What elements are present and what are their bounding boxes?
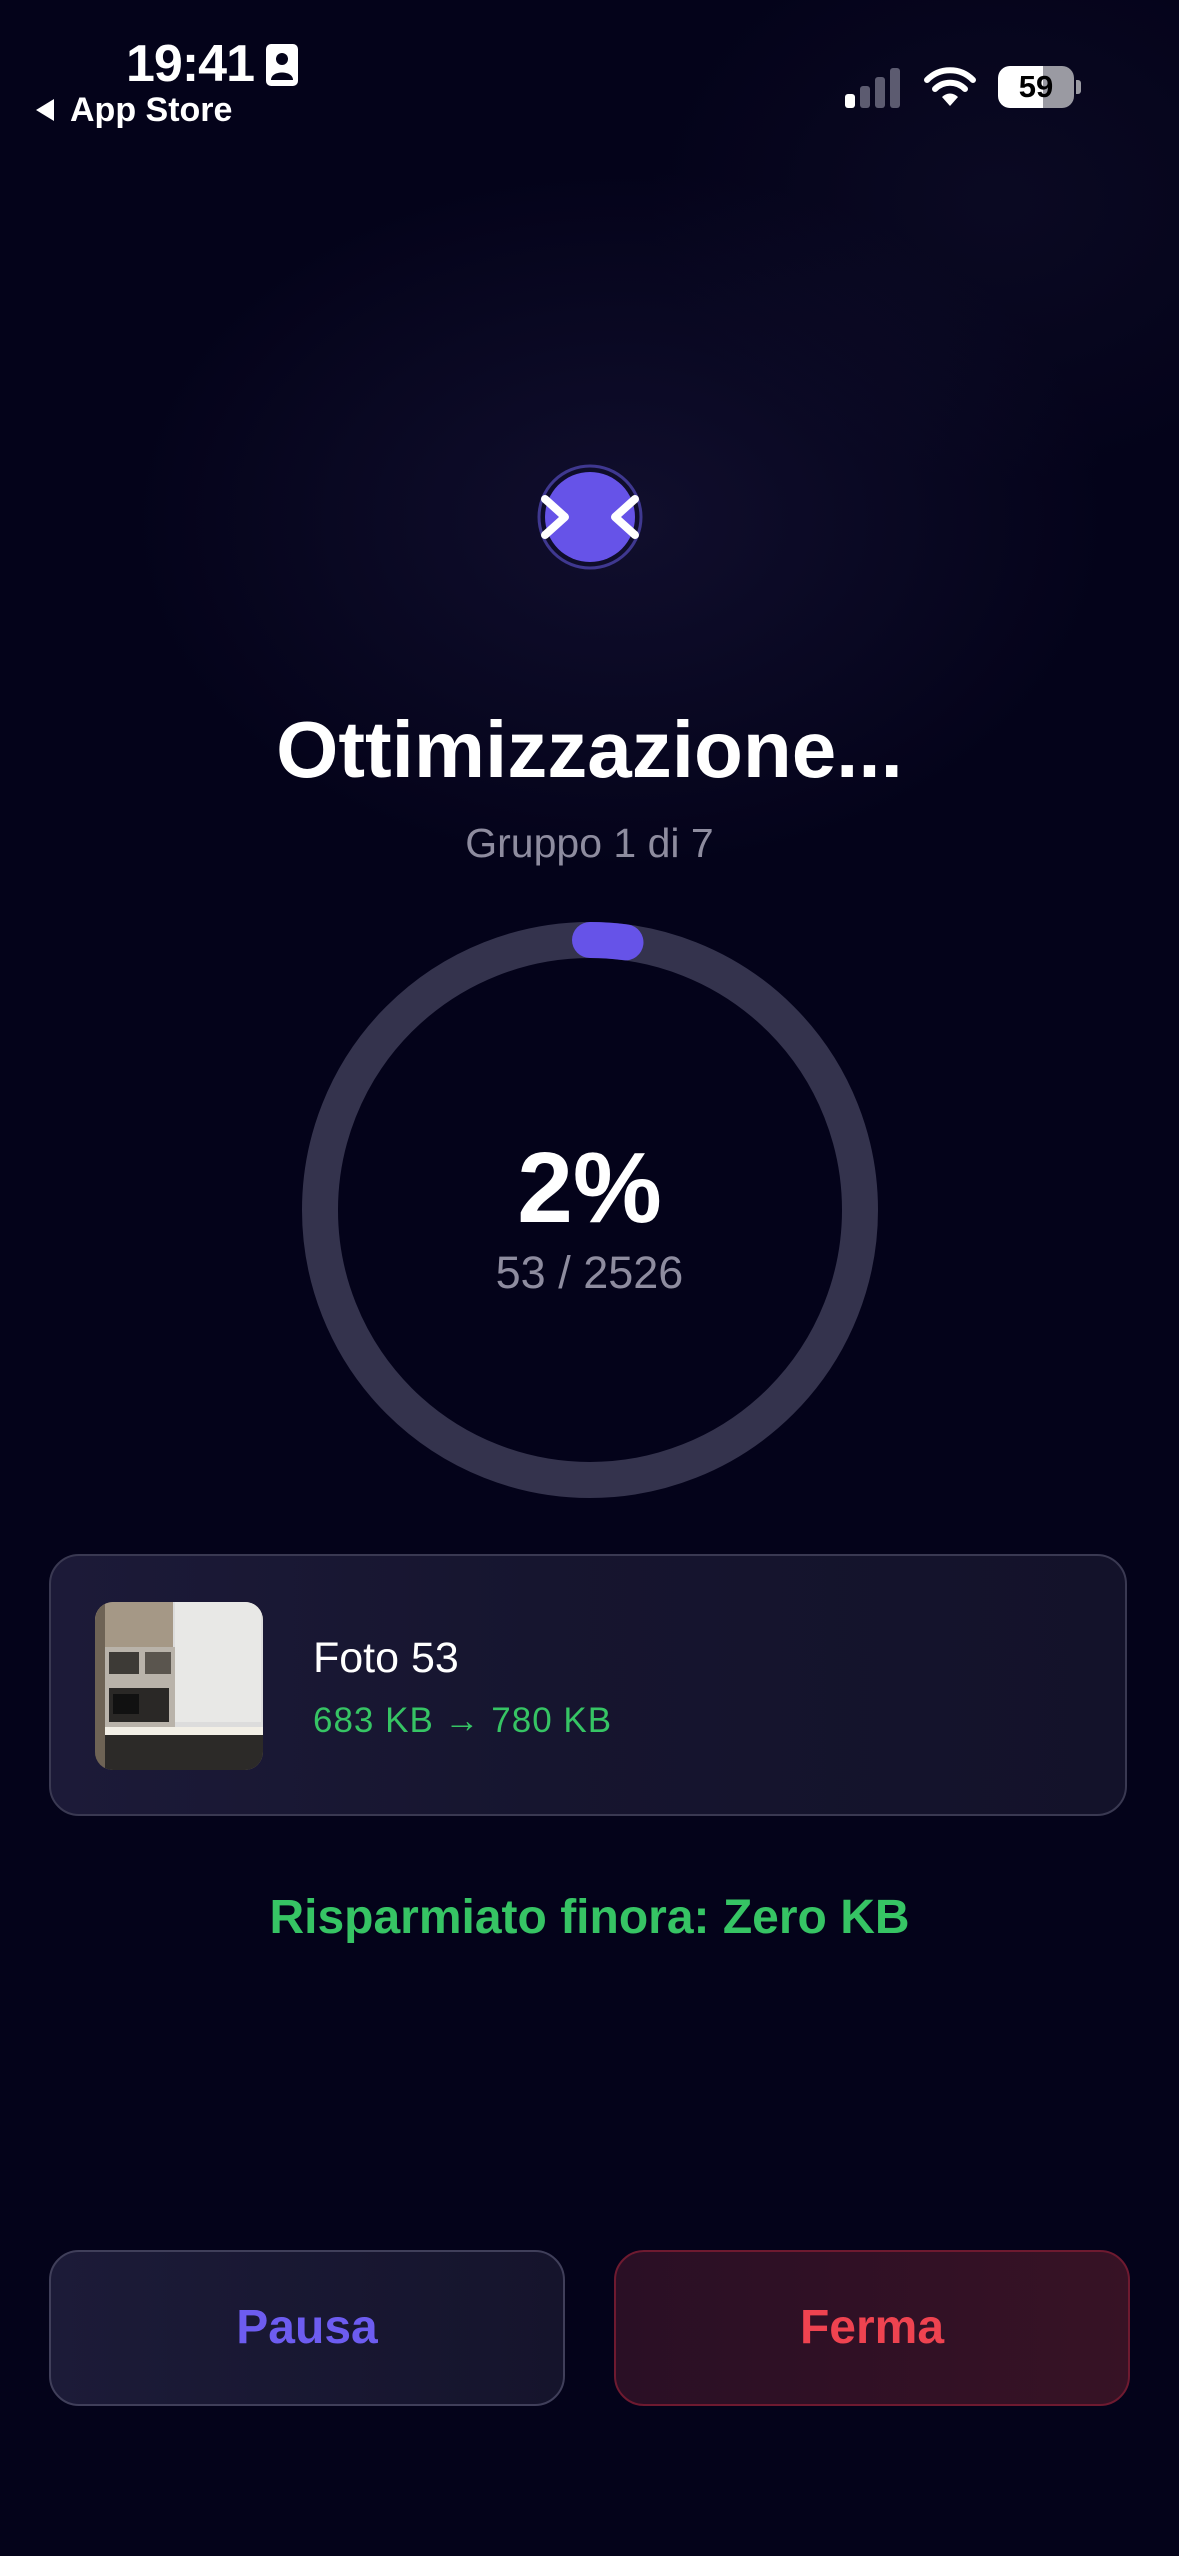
photo-thumbnail (95, 1602, 263, 1770)
compress-arrows-icon (537, 464, 643, 570)
progress-percent: 2% (517, 1132, 662, 1244)
back-to-app-store[interactable]: App Store (36, 90, 232, 130)
saved-so-far: Risparmiato finora: Zero KB (269, 1891, 910, 1944)
current-photo-card: Foto 53 683 KB → 780 KB (49, 1554, 1127, 1816)
page-title: Ottimizzazione... (276, 705, 903, 794)
cellular-signal-icon (845, 68, 900, 108)
back-app-label: App Store (70, 91, 233, 129)
wifi-icon (924, 67, 976, 106)
pause-button[interactable]: Pausa (49, 2250, 565, 2406)
person-focus-icon (266, 44, 298, 86)
group-subtitle: Gruppo 1 di 7 (465, 820, 714, 866)
status-time: 19:41 (126, 35, 255, 93)
progress-count: 53 / 2526 (495, 1247, 684, 1298)
battery-icon: 59 (998, 66, 1081, 108)
photo-name: Foto 53 (313, 1634, 459, 1682)
photo-size-change: 683 KB → 780 KB (313, 1701, 613, 1740)
battery-level: 59 (1018, 69, 1054, 104)
stop-button[interactable]: Ferma (614, 2250, 1130, 2406)
back-arrow-icon (36, 99, 54, 121)
